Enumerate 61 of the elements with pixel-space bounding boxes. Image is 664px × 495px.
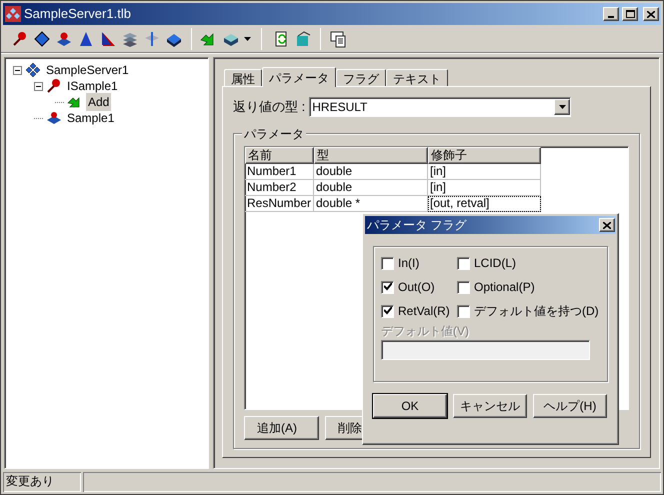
pushpin-icon (46, 78, 62, 94)
checkbox[interactable] (381, 280, 394, 294)
stack-icon[interactable] (143, 30, 161, 48)
maximize-icon[interactable] (622, 7, 638, 21)
checkbox-label: RetVal(R) (398, 303, 450, 320)
table-cell: double (314, 164, 428, 180)
pushpin-icon[interactable] (11, 30, 29, 48)
app-icon (5, 6, 21, 22)
diamond-cluster-icon (25, 62, 41, 78)
tree-item[interactable]: ISample1 (65, 77, 120, 95)
checkbox[interactable] (381, 304, 394, 318)
table-cell: [in] (428, 164, 541, 180)
dialog-button[interactable]: ヘルプ(H) (533, 394, 607, 418)
checkbox[interactable] (457, 304, 470, 318)
tree-item[interactable]: SampleServer1 (44, 61, 131, 79)
table-button[interactable]: 追加(A) (244, 416, 319, 440)
tab[interactable]: パラメータ (262, 67, 336, 87)
tab[interactable]: テキスト (386, 69, 448, 86)
status-text: 変更あり (3, 472, 81, 492)
table-cell: double * (314, 196, 428, 212)
close-icon[interactable] (643, 7, 659, 21)
collapse-toggle[interactable] (34, 82, 43, 90)
table-cell: [out, retval] (428, 196, 541, 212)
window-title: SampleServer1.tlb (24, 5, 132, 24)
table-cell: double (314, 180, 428, 196)
column-header[interactable]: 型 (314, 147, 428, 164)
minimize-icon[interactable] (603, 7, 619, 21)
checkbox-label: デフォルト値を持つ(D) (474, 303, 599, 320)
checkbox[interactable] (381, 256, 394, 270)
block-icon (46, 110, 62, 126)
table-cell: Number2 (245, 180, 314, 196)
table-cell: Number1 (245, 164, 314, 180)
checkbox[interactable] (457, 256, 470, 270)
document-list-icon[interactable] (329, 30, 347, 48)
pyramid-icon[interactable] (99, 30, 117, 48)
block-icon[interactable] (55, 30, 73, 48)
table-cell: ResNumber (245, 196, 314, 212)
checkbox-label: LCID(L) (474, 255, 516, 272)
tab[interactable]: 属性 (224, 69, 262, 86)
dialog-button[interactable]: キャンセル (453, 394, 527, 418)
diamond-icon[interactable] (33, 30, 51, 48)
tree-item[interactable]: Add (86, 93, 112, 111)
tab[interactable]: フラグ (336, 69, 386, 86)
checkbox-label: In(I) (398, 255, 420, 272)
checkbox[interactable] (457, 280, 470, 294)
dialog-button[interactable]: OK (373, 394, 447, 418)
table-cell: [in] (428, 180, 541, 196)
checkbox-label: Optional(P) (474, 279, 535, 296)
dialog-title: パラメータ フラグ (367, 217, 468, 234)
column-header[interactable]: 名前 (245, 147, 314, 164)
checkbox-label: Out(O) (398, 279, 435, 296)
field-label: デフォルト値(V) (381, 323, 470, 340)
dropdown-arrow-icon[interactable] (244, 36, 251, 40)
collapse-toggle[interactable] (13, 66, 22, 74)
return-type-dropdown[interactable]: HRESULT (309, 97, 572, 117)
tree-item[interactable]: Sample1 (65, 109, 116, 127)
field-label: 返り値の型 : (233, 98, 306, 116)
close-icon[interactable] (599, 218, 615, 232)
column-header[interactable]: 修飾子 (428, 147, 541, 164)
building-icon[interactable] (294, 30, 312, 48)
pyramid-icon[interactable] (77, 30, 95, 48)
